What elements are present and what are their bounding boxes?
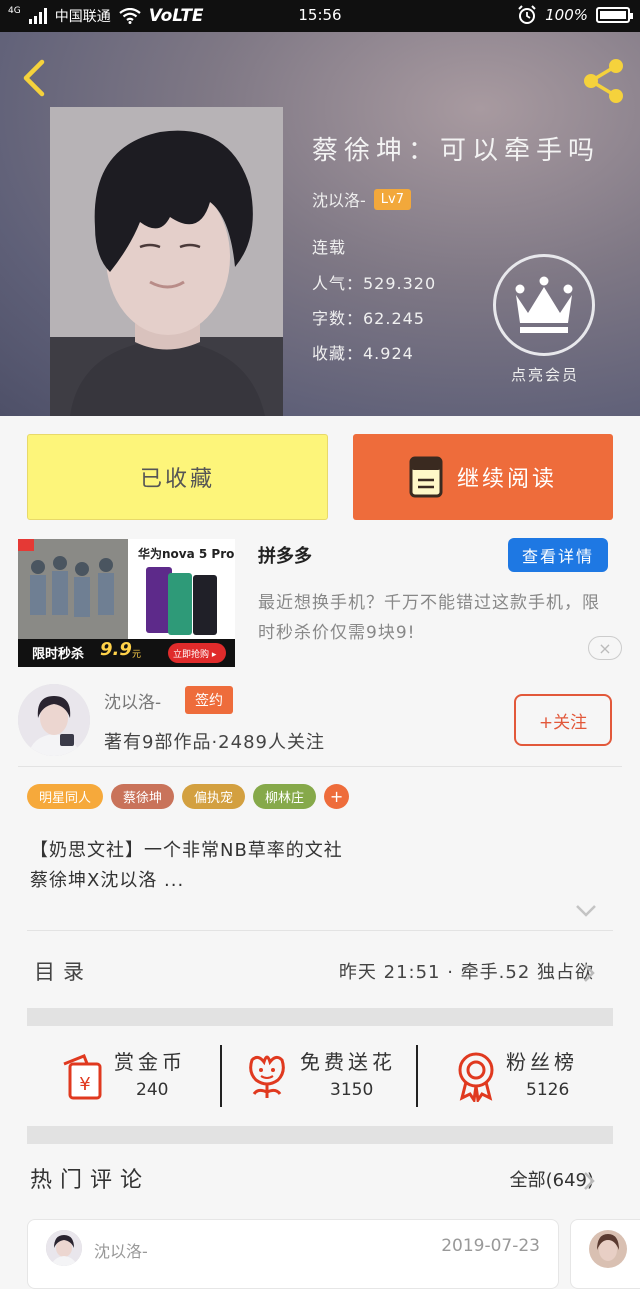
red-envelope-icon: ¥ xyxy=(63,1054,102,1100)
book-favorites: 收藏：4.924 xyxy=(312,344,414,363)
stat-label: 赏金币 xyxy=(114,1050,186,1074)
chevron-right-icon xyxy=(584,964,595,982)
level-badge: Lv7 xyxy=(373,188,411,210)
ad-buy-button[interactable]: 立即抢购 ▸ xyxy=(173,647,216,660)
collected-label: 已收藏 xyxy=(139,467,215,492)
description-line-2: 蔡徐坤X沈以洛 ... xyxy=(30,870,185,891)
continue-reading-label: 继续阅读 xyxy=(456,467,557,492)
description-line-1: 【奶思文社】一个非常NB草率的文社 xyxy=(30,840,343,861)
battery-fill xyxy=(600,11,626,19)
status-bar: 4G 中国联通 VoLTE 15:56 100% xyxy=(0,0,640,32)
comment-card[interactable]: 沈以洛- 2019-07-23 xyxy=(27,1219,559,1289)
book-status: 连载 xyxy=(312,238,347,257)
ad-description: 最近想换手机？千万不能错过这款手机，限时秒杀价仅需9块9! xyxy=(258,593,600,643)
ad-banner[interactable]: 华为nova 5 Pro 限时秒杀 9.9 元 立即抢购 ▸ 拼多多 查看详情 … xyxy=(0,530,640,670)
share-button[interactable] xyxy=(580,54,628,108)
avatar[interactable] xyxy=(18,684,90,756)
medal-icon xyxy=(458,1052,494,1102)
tag-item[interactable]: 蔡徐坤 xyxy=(111,784,175,809)
comment-date: 2019-07-23 xyxy=(441,1236,540,1256)
book-popularity: 人气：529.320 xyxy=(312,274,437,293)
ad-image[interactable]: 华为nova 5 Pro 限时秒杀 9.9 元 立即抢购 ▸ xyxy=(18,539,235,667)
continue-reading-button[interactable]: 继续阅读 xyxy=(353,434,613,520)
stat-value: 240 xyxy=(136,1080,169,1100)
divider xyxy=(18,766,622,767)
ad-phone-title: 华为nova 5 Pro xyxy=(138,547,235,561)
battery-icon xyxy=(596,7,633,23)
avatar[interactable] xyxy=(46,1230,82,1266)
avatar[interactable] xyxy=(589,1230,627,1268)
author-section: 沈以洛- 签约 著有9部作品·2489人关注 +关注 xyxy=(0,672,640,770)
ad-close-button[interactable]: × xyxy=(588,636,622,660)
author-stats: 著有9部作品·2489人关注 xyxy=(104,732,325,753)
vip-button[interactable] xyxy=(493,254,595,356)
follow-button[interactable]: +关注 xyxy=(514,694,612,746)
ad-price-unit: 元 xyxy=(132,650,142,660)
add-tag-button[interactable]: + xyxy=(324,784,350,809)
free-flowers-stat[interactable]: 免费送花 3150 xyxy=(240,1040,410,1114)
tag-item[interactable]: 偏执宠 xyxy=(182,784,246,809)
signed-badge: 签约 xyxy=(185,686,233,714)
section-separator xyxy=(27,1008,613,1026)
stat-value: 3150 xyxy=(330,1080,374,1100)
section-separator xyxy=(27,1126,613,1144)
book-author[interactable]: 沈以洛- xyxy=(312,187,366,211)
stats-row: ¥ 赏金币 240 免费送花 3150 粉丝榜 5126 xyxy=(0,1040,640,1114)
toc-label: 目录 xyxy=(34,960,92,984)
chevron-right-icon[interactable] xyxy=(582,1170,596,1192)
divider xyxy=(220,1045,222,1107)
vip-label: 点亮会员 xyxy=(510,366,579,384)
reward-coins-stat[interactable]: ¥ 赏金币 240 xyxy=(50,1040,210,1114)
tag-list: 明星同人 蔡徐坤 偏执宠 柳林庄 + xyxy=(27,784,350,809)
divider xyxy=(416,1045,418,1107)
comments-title: 热门评论 xyxy=(30,1168,151,1193)
book-cover[interactable] xyxy=(50,107,283,416)
ad-price: 9.9 xyxy=(100,639,132,660)
battery-percent: 100% xyxy=(545,6,588,24)
stat-label: 免费送花 xyxy=(300,1050,396,1074)
table-of-contents-row[interactable]: 目录 昨天 21:51 · 牵手.52 独占欲 xyxy=(0,932,640,1008)
fan-ranking-stat[interactable]: 粉丝榜 5126 xyxy=(448,1040,598,1114)
comment-card[interactable] xyxy=(570,1219,640,1289)
author-name[interactable]: 沈以洛- xyxy=(104,688,161,713)
book-icon xyxy=(409,456,443,498)
stat-label: 粉丝榜 xyxy=(506,1050,578,1074)
stat-value: 5126 xyxy=(526,1080,570,1100)
book-title: 蔡徐坤：可以牵手吗 xyxy=(312,136,601,166)
divider xyxy=(27,930,613,931)
latest-chapter: 昨天 21:51 · 牵手.52 独占欲 xyxy=(338,962,594,983)
svg-text:¥: ¥ xyxy=(79,1074,90,1095)
ad-detail-button[interactable]: 查看详情 xyxy=(508,538,608,572)
crown-icon xyxy=(515,276,573,333)
tag-item[interactable]: 明星同人 xyxy=(27,784,104,809)
ad-brand: 拼多多 xyxy=(258,546,312,567)
chevron-down-icon[interactable] xyxy=(574,902,598,920)
alarm-icon xyxy=(518,5,536,24)
collected-button[interactable]: 已收藏 xyxy=(27,434,328,520)
ad-sale-text: 限时秒杀 xyxy=(32,647,85,662)
flower-icon xyxy=(249,1055,285,1098)
tag-item[interactable]: 柳林庄 xyxy=(253,784,317,809)
book-word-count: 字数：62.245 xyxy=(312,309,425,328)
back-button[interactable] xyxy=(14,56,54,100)
comment-author[interactable]: 沈以洛- xyxy=(94,1238,148,1262)
book-author-row: 沈以洛- Lv7 xyxy=(312,187,411,211)
book-header: 蔡徐坤：可以牵手吗 沈以洛- Lv7 连载 人气：529.320 字数：62.2… xyxy=(0,32,640,416)
book-description: 【奶思文社】一个非常NB草率的文社 蔡徐坤X沈以洛 ... xyxy=(30,836,610,896)
